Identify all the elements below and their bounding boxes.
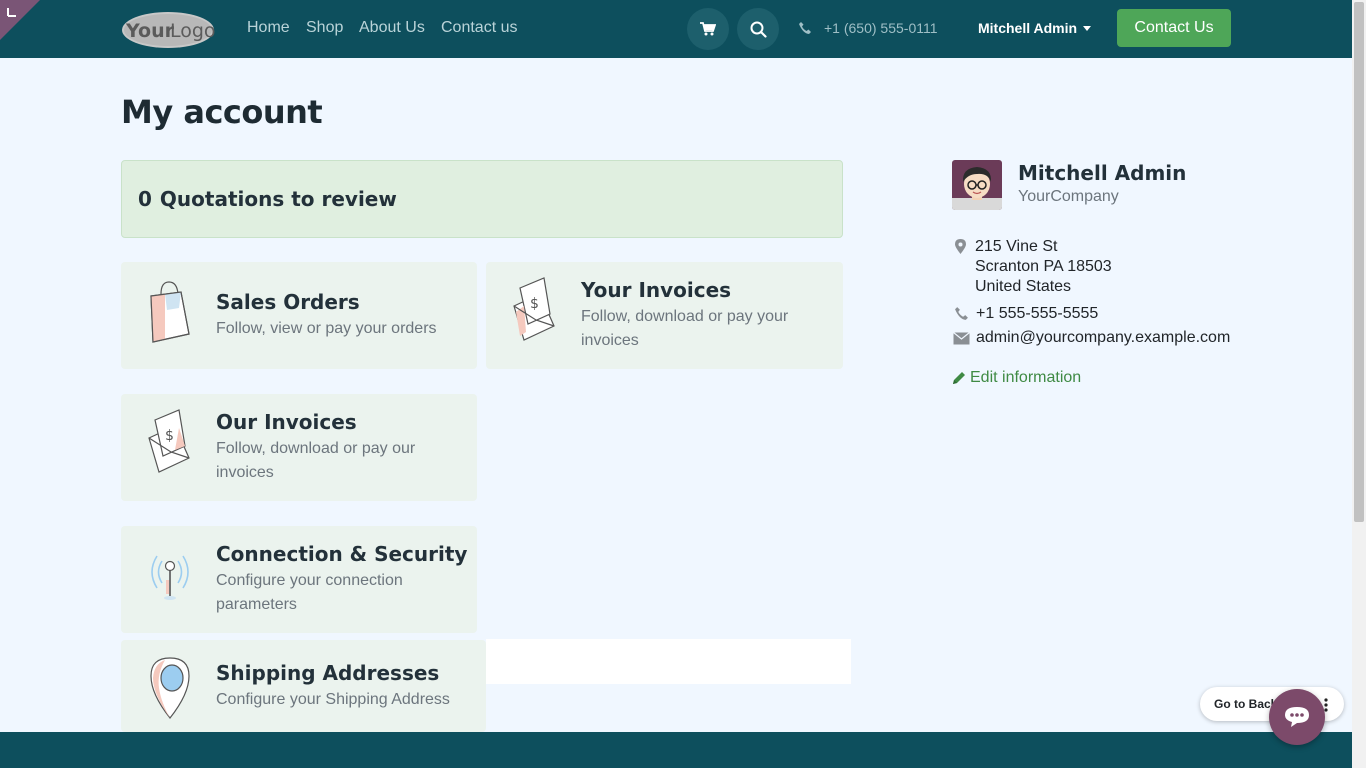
nav-home[interactable]: Home <box>247 19 290 37</box>
card-connection-security[interactable]: Connection & Security Configure your con… <box>121 526 477 633</box>
page-title: My account <box>121 93 323 131</box>
profile-email: admin@yourcompany.example.com <box>976 329 1231 346</box>
site-header: Your Logo Home Shop About Us Contact us … <box>0 0 1352 58</box>
quotations-count: 0 <box>138 187 152 211</box>
pencil-icon <box>953 372 965 384</box>
profile-name: Mitchell Admin <box>1018 161 1187 185</box>
avatar <box>952 160 1002 210</box>
card-description: Configure your connection parameters <box>216 572 403 613</box>
card-description: Follow, download or pay your invoices <box>581 308 789 349</box>
quotations-label: Quotations to review <box>159 187 397 211</box>
shopping-bag-icon <box>150 281 190 343</box>
header-phone[interactable]: +1 (650) 555-0111 <box>798 20 938 36</box>
site-logo[interactable]: Your Logo <box>121 10 216 50</box>
header-phone-number: +1 (650) 555-0111 <box>824 20 938 36</box>
card-our-invoices[interactable]: $ Our Invoices Follow, download or pay o… <box>121 394 477 501</box>
chevron-down-icon <box>1083 26 1092 31</box>
contact-us-button[interactable]: Contact Us <box>1117 9 1231 47</box>
invoice-envelope-icon: $ <box>148 409 190 473</box>
search-button[interactable] <box>737 8 779 50</box>
site-footer <box>0 732 1352 768</box>
svg-text:Logo: Logo <box>170 20 216 42</box>
card-title: Your Invoices <box>581 278 732 302</box>
chat-bubble-icon <box>1285 707 1309 727</box>
card-title: Shipping Addresses <box>216 661 440 685</box>
user-menu-label: Mitchell Admin <box>978 20 1078 36</box>
card-shipping-addresses[interactable]: Shipping Addresses Configure your Shippi… <box>121 640 486 732</box>
card-title: Connection & Security <box>216 542 468 566</box>
card-title: Sales Orders <box>216 290 360 314</box>
live-chat-button[interactable] <box>1269 689 1325 745</box>
card-description: Configure your Shipping Address <box>216 691 450 708</box>
address-street: 215 Vine St <box>975 238 1058 255</box>
card-sales-orders[interactable]: Sales Orders Follow, view or pay your or… <box>121 262 477 369</box>
svg-text:Your: Your <box>125 20 175 42</box>
scrollbar-thumb[interactable] <box>1354 2 1364 522</box>
cart-icon <box>700 22 716 36</box>
card-your-invoices[interactable]: $ Your Invoices Follow, download or pay … <box>486 262 843 369</box>
nav-contact-us[interactable]: Contact us <box>441 19 517 37</box>
edit-corner-badge[interactable] <box>0 0 40 40</box>
search-icon <box>750 21 767 38</box>
map-marker-icon <box>955 239 966 254</box>
card-title: Our Invoices <box>216 410 357 434</box>
antenna-icon <box>151 555 189 600</box>
address-city: Scranton PA 18503 <box>975 258 1112 275</box>
profile-phone: +1 555-555-5555 <box>976 305 1099 322</box>
user-menu-toggle[interactable]: Mitchell Admin <box>978 20 1092 36</box>
cart-button[interactable] <box>687 8 729 50</box>
edit-information-label: Edit information <box>970 369 1082 386</box>
phone-icon <box>799 22 811 34</box>
quotations-alert[interactable]: 0 Quotations to review <box>121 160 843 238</box>
svg-text:$: $ <box>165 428 174 444</box>
empty-card-slot <box>486 639 851 684</box>
nav-about-us[interactable]: About Us <box>359 19 425 37</box>
edit-information-link[interactable]: Edit information <box>952 369 1081 387</box>
svg-text:$: $ <box>530 296 539 312</box>
phone-icon <box>955 307 968 320</box>
nav-shop[interactable]: Shop <box>306 19 343 37</box>
card-description: Follow, view or pay your orders <box>216 320 437 337</box>
card-description: Follow, download or pay our invoices <box>216 440 416 481</box>
profile-company: YourCompany <box>1018 188 1119 205</box>
invoice-envelope-icon: $ <box>513 277 555 341</box>
address-country: United States <box>975 278 1072 295</box>
map-pin-icon <box>150 657 190 719</box>
envelope-icon <box>953 332 970 345</box>
